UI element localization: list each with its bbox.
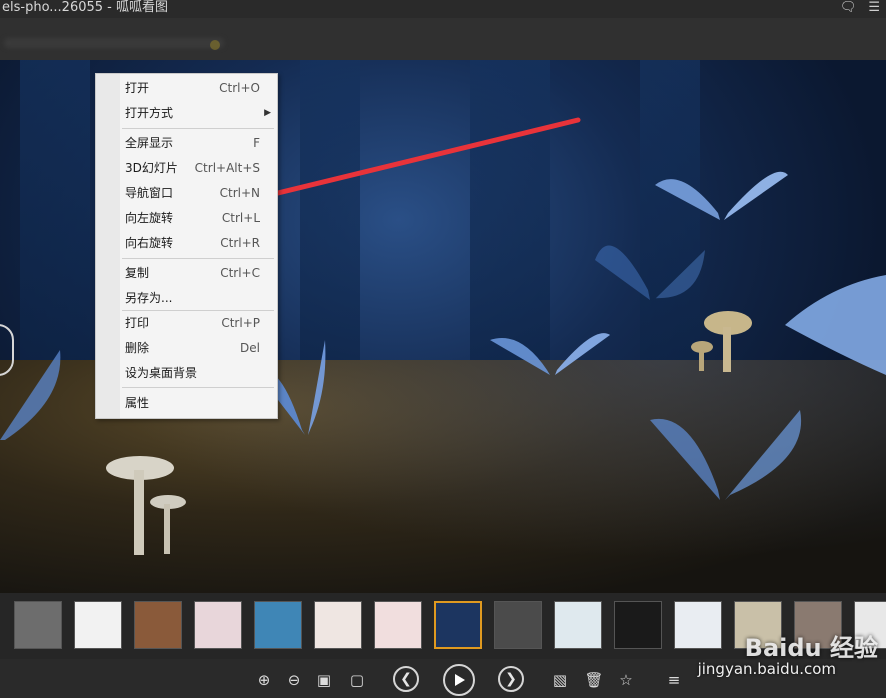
list-menu-icon[interactable]: ≡ bbox=[664, 670, 684, 690]
chevron-left-icon: ❮ bbox=[400, 671, 412, 687]
thumbnail[interactable] bbox=[554, 601, 602, 649]
thumbnail[interactable] bbox=[134, 601, 182, 649]
play-icon bbox=[455, 674, 465, 686]
menu-item-3d-slideshow[interactable]: 3D幻灯片 Ctrl+Alt+S bbox=[96, 156, 277, 181]
context-menu: 打开 Ctrl+O 打开方式 ▶ 全屏显示 F 3D幻灯片 Ctrl+Alt+S… bbox=[95, 73, 278, 419]
thumbnail[interactable] bbox=[254, 601, 302, 649]
menu-item-label: 打开 bbox=[125, 81, 150, 95]
thumbnail[interactable] bbox=[314, 601, 362, 649]
menu-separator bbox=[122, 258, 274, 259]
menu-item-shortcut: Ctrl+L bbox=[221, 211, 260, 225]
actual-size-icon[interactable]: ▢ bbox=[347, 670, 367, 690]
menu-item-open-with[interactable]: 打开方式 ▶ bbox=[96, 101, 277, 126]
status-dot-icon bbox=[210, 40, 220, 50]
menu-item-label: 复制 bbox=[125, 266, 150, 280]
previous-button[interactable]: ❮ bbox=[393, 666, 419, 692]
menu-item-label: 打开方式 bbox=[125, 106, 174, 120]
menu-item-shortcut: Ctrl+P bbox=[221, 316, 260, 330]
title-bar: els-pho...26055 - 呱呱看图 🗨 ☰ bbox=[0, 0, 886, 18]
window-title: els-pho...26055 - 呱呱看图 bbox=[2, 0, 168, 15]
menu-item-rotate-left[interactable]: 向左旋转 Ctrl+L bbox=[96, 206, 277, 231]
menu-item-save-as[interactable]: 另存为... bbox=[96, 286, 277, 311]
menu-item-set-wallpaper[interactable]: 设为桌面背景 bbox=[96, 361, 277, 386]
chat-icon[interactable]: 🗨 bbox=[840, 0, 857, 15]
trash-icon[interactable]: 🗑 bbox=[584, 670, 604, 690]
menu-item-label: 属性 bbox=[125, 396, 150, 410]
thumbnail[interactable] bbox=[674, 601, 722, 649]
toolbar-strip bbox=[0, 18, 886, 60]
next-button[interactable]: ❯ bbox=[498, 666, 524, 692]
menu-separator bbox=[122, 128, 274, 129]
thumbnail[interactable] bbox=[74, 601, 122, 649]
menu-item-shortcut: Ctrl+C bbox=[220, 266, 260, 280]
menu-item-delete[interactable]: 删除 Del bbox=[96, 336, 277, 361]
menu-item-copy[interactable]: 复制 Ctrl+C bbox=[96, 261, 277, 286]
menu-separator bbox=[122, 387, 274, 388]
watermark-url: jingyan.baidu.com bbox=[697, 660, 836, 678]
menu-item-label: 设为桌面背景 bbox=[125, 366, 198, 380]
watermark-brand: Baidu 经验 bbox=[744, 634, 878, 662]
title-bar-icons: 🗨 ☰ bbox=[828, 0, 880, 16]
menu-item-label: 打印 bbox=[125, 316, 150, 330]
menu-item-shortcut: Del bbox=[240, 341, 260, 355]
thumbnail[interactable] bbox=[494, 601, 542, 649]
thumbnail[interactable] bbox=[194, 601, 242, 649]
menu-item-shortcut: Ctrl+O bbox=[219, 81, 260, 95]
menu-item-rotate-right[interactable]: 向右旋转 Ctrl+R bbox=[96, 231, 277, 256]
menu-item-print[interactable]: 打印 Ctrl+P bbox=[96, 311, 277, 336]
zoom-out-icon[interactable]: ⊖ bbox=[284, 670, 304, 690]
zoom-in-icon[interactable]: ⊕ bbox=[254, 670, 274, 690]
menu-item-label: 全屏显示 bbox=[125, 136, 174, 150]
star-icon[interactable]: ☆ bbox=[616, 670, 636, 690]
menu-item-label: 向左旋转 bbox=[125, 211, 174, 225]
fit-window-icon[interactable]: ▣ bbox=[314, 670, 334, 690]
menu-item-label: 导航窗口 bbox=[125, 186, 174, 200]
thumbnail[interactable] bbox=[614, 601, 662, 649]
submenu-arrow-icon: ▶ bbox=[264, 108, 271, 118]
menu-item-shortcut: F bbox=[253, 136, 260, 150]
menu-item-fullscreen[interactable]: 全屏显示 F bbox=[96, 131, 277, 156]
thumbnail[interactable] bbox=[374, 601, 422, 649]
menu-item-properties[interactable]: 属性 bbox=[96, 391, 277, 416]
play-slideshow-button[interactable] bbox=[443, 664, 475, 696]
menu-item-shortcut: Ctrl+Alt+S bbox=[194, 161, 260, 175]
crop-select-icon[interactable]: ▧ bbox=[550, 670, 570, 690]
menu-item-label: 3D幻灯片 bbox=[125, 161, 178, 175]
menu-item-label: 向右旋转 bbox=[125, 236, 174, 250]
menu-item-shortcut: Ctrl+R bbox=[220, 236, 260, 250]
menu-icon[interactable]: ☰ bbox=[868, 0, 880, 15]
menu-item-open[interactable]: 打开 Ctrl+O bbox=[96, 76, 277, 101]
thumbnail[interactable] bbox=[434, 601, 482, 649]
chevron-right-icon: ❯ bbox=[505, 671, 517, 687]
menu-item-label: 删除 bbox=[125, 341, 150, 355]
blurred-toolbar-text bbox=[4, 38, 224, 48]
menu-item-shortcut: Ctrl+N bbox=[219, 186, 260, 200]
menu-item-label: 另存为... bbox=[125, 291, 173, 305]
menu-item-navigator[interactable]: 导航窗口 Ctrl+N bbox=[96, 181, 277, 206]
thumbnail[interactable] bbox=[14, 601, 62, 649]
